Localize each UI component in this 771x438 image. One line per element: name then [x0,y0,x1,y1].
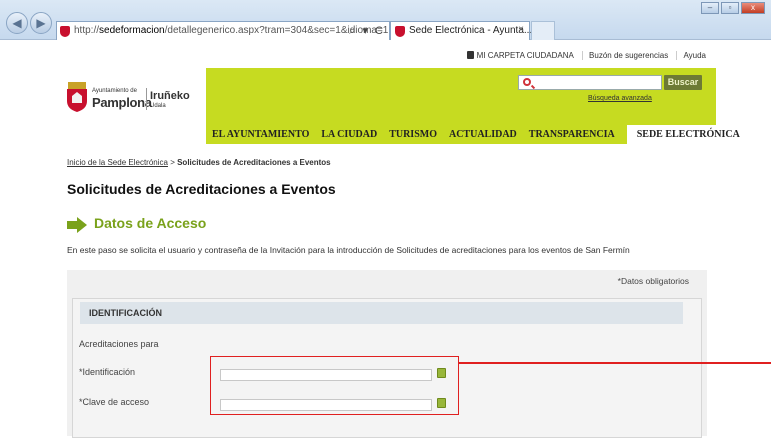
clave-label: *Clave de acceso [79,397,150,407]
util-link-ayuda[interactable]: Ayuda [676,51,712,60]
required-note: *Datos obligatorios [617,276,689,286]
advanced-search-link[interactable]: Búsqueda avanzada [588,95,652,102]
page-title: Solicitudes de Acreditaciones a Eventos [67,181,336,197]
forward-button[interactable]: ▶ [30,12,52,34]
identificacion-label: *Identificación [79,367,136,377]
nav-item-ayuntamiento[interactable]: EL AYUNTAMIENTO [206,129,315,144]
section-header-label: IDENTIFICACIÓN [89,308,162,318]
breadcrumb-separator: > [170,158,175,167]
acreditaciones-label: Acreditaciones para [79,339,159,349]
logo-divider [146,88,147,110]
logo-ayuntamiento: Ayuntamiento de [92,88,137,94]
utility-links: MI CARPETA CIUDADANA Buzón de sugerencia… [461,51,712,60]
intro-text: En este paso se solicita el usuario y co… [67,245,630,255]
new-tab-button[interactable] [531,21,555,40]
util-link-buzon[interactable]: Buzón de sugerencias [582,51,674,60]
window-controls: – ▫ x [701,2,765,14]
search-input[interactable] [518,75,662,90]
util-link-carpeta[interactable]: MI CARPETA CIUDADANA [461,51,580,60]
arrow-right-icon [67,217,87,233]
address-bar[interactable]: http://sedeformacion/detallegenerico.asp… [56,21,390,40]
nav-item-sede-electronica[interactable]: SEDE ELECTRÓNICA [626,125,750,144]
minimize-button[interactable]: – [701,2,719,14]
logo-pamplona: Pamplona [92,95,152,110]
browser-chrome: ◀ ▶ http://sedeformacion/detallegenerico… [0,0,771,40]
coat-of-arms-icon [67,82,87,112]
main-nav: EL AYUNTAMIENTO LA CIUDAD TURISMO ACTUAL… [206,124,750,144]
breadcrumb: Inicio de la Sede Electrónica > Solicitu… [67,158,331,167]
search-button[interactable]: Buscar [664,75,702,90]
logo-irunéko: Iruñeko [150,90,190,102]
browser-tab[interactable]: Sede Electrónica - Ayunta... × [390,21,533,40]
nav-item-turismo[interactable]: TURISMO [383,129,443,144]
maximize-button[interactable]: ▫ [721,2,739,14]
nav-item-ciudad[interactable]: LA CIUDAD [315,129,383,144]
step-title: Datos de Acceso [94,215,207,231]
site-header: Buscar Búsqueda avanzada EL AYUNTAMIENTO… [206,68,750,144]
highlight-box [210,356,459,415]
close-window-button[interactable]: x [741,2,765,14]
tab-close-icon[interactable]: × [518,24,524,35]
site-favicon-icon [60,26,70,37]
utility-bar: MI CARPETA CIUDADANA Buzón de sugerencia… [56,48,716,66]
tab-title: Sede Electrónica - Ayunta... [409,25,533,36]
nav-item-transparencia[interactable]: TRANSPARENCIA [523,129,621,144]
search-icon [523,78,531,86]
address-controls[interactable]: ⌕ ▾ C [349,24,385,38]
breadcrumb-home-link[interactable]: Inicio de la Sede Electrónica [67,158,168,167]
url-text: http://sedeformacion/detallegenerico.asp… [74,25,389,36]
tab-favicon-icon [395,26,405,37]
section-header: IDENTIFICACIÓN [80,302,683,324]
breadcrumb-current: Solicitudes de Acreditaciones a Eventos [177,158,331,167]
lock-icon [466,51,474,59]
site-logo[interactable]: Ayuntamiento de Pamplona Iruñeko Udala [56,68,206,144]
nav-item-actualidad[interactable]: ACTUALIDAD [443,129,523,144]
callout-line [459,362,771,364]
back-button[interactable]: ◀ [6,12,28,34]
logo-udala: Udala [150,103,166,109]
